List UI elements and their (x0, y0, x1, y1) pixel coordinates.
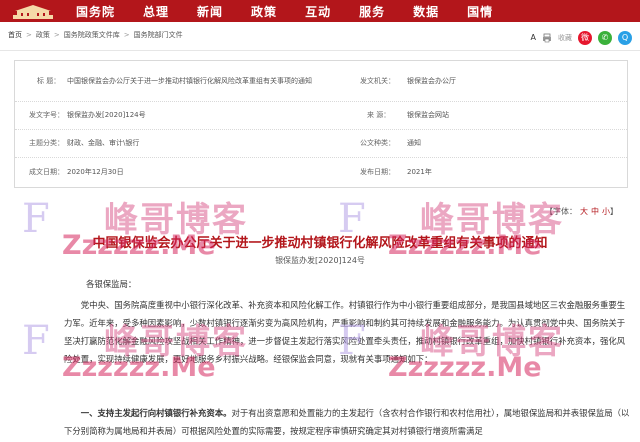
breadcrumb-separator: > (53, 31, 60, 39)
font-size-medium[interactable]: 中 (591, 207, 599, 216)
wechat-icon[interactable]: ✆ (598, 30, 612, 45)
building-icon (13, 5, 53, 19)
state-council-logo[interactable] (10, 2, 56, 20)
page-tools: A 收藏 微 ✆ Q (531, 28, 632, 47)
breadcrumb: 首页 > 政策 > 国务院政策文件库 > 国务院部门文件 (8, 30, 183, 40)
font-size-selector: 【字体：大中小】 (545, 206, 618, 217)
info-row-topic: 主题分类： 财政、金融、审计\银行 公文种类： 通知 (15, 129, 627, 158)
info-source-label: 来 源： (367, 111, 391, 119)
font-size-small[interactable]: 小 (602, 207, 610, 216)
weibo-icon[interactable]: 微 (578, 30, 592, 45)
info-type-value: 通知 (407, 139, 421, 147)
info-issuer-value: 银保监会办公厅 (407, 77, 456, 85)
paragraph-text: 一、支持主发起行向村镇银行补充资本。对于有出资意愿和处置能力的主发起行（含农村合… (64, 404, 630, 440)
nav-item-hudong[interactable]: 互动 (305, 3, 331, 20)
nav-item-xinwen[interactable]: 新闻 (197, 3, 223, 20)
salutation: 各银保监局： (86, 279, 137, 289)
font-size-label: 【字体： (545, 207, 577, 216)
font-size-button[interactable]: A (531, 33, 536, 42)
watermark-letter: F (22, 318, 50, 364)
info-issuer-label: 发文机关： (360, 77, 395, 85)
favorite-button[interactable]: 收藏 (558, 33, 572, 43)
breadcrumb-policy-library[interactable]: 国务院政策文件库 (64, 30, 120, 40)
qq-icon[interactable]: Q (618, 30, 632, 45)
paragraph-section-1: 一、支持主发起行向村镇银行补充资本。对于有出资意愿和处置能力的主发起行（含农村合… (64, 404, 630, 440)
nav-item-guoqing[interactable]: 国情 (467, 3, 493, 20)
breadcrumb-department-docs[interactable]: 国务院部门文件 (134, 30, 183, 40)
info-date-label: 成文日期： (29, 167, 64, 176)
info-pubdate-label: 发布日期： (360, 167, 395, 176)
breadcrumb-separator: > (123, 31, 130, 39)
info-row-title: 标 题： 中国银保监会办公厅关于进一步推动村镇银行化解风险改革重组有关事项的通知… (15, 61, 627, 102)
article-doc-number: 银保监办发[2020]124号 (275, 256, 365, 265)
nav-item-shuju[interactable]: 数据 (413, 3, 439, 20)
nav-item-zhengce[interactable]: 政策 (251, 3, 277, 20)
info-docno-label: 发文字号： (29, 111, 64, 119)
breadcrumb-policy[interactable]: 政策 (36, 30, 50, 40)
article-title: 中国银保监会办公厅关于进一步推动村镇银行化解风险改革重组有关事项的通知 (92, 236, 548, 251)
info-docno-value: 银保监办发[2020]124号 (67, 111, 146, 119)
section-heading: 一、支持主发起行向村镇银行补充资本。 (80, 408, 232, 418)
paragraph-text: 党中央、国务院高度重视中小银行深化改革、补充资本和风险化解工作。村镇银行作为中小… (64, 300, 626, 364)
document-info-table: 标 题： 中国银保监会办公厅关于进一步推动村镇银行化解风险改革重组有关事项的通知… (14, 60, 628, 188)
info-topic-value: 财政、金融、审计\银行 (67, 139, 140, 147)
info-pubdate-value: 2021年 (407, 167, 432, 176)
print-icon[interactable] (542, 28, 552, 47)
info-source-value: 银保监会网站 (407, 111, 449, 119)
breadcrumb-home[interactable]: 首页 (8, 30, 22, 40)
info-topic-label: 主题分类： (29, 139, 64, 147)
info-row-docno: 发文字号： 银保监办发[2020]124号 来 源： 银保监会网站 (15, 101, 627, 130)
info-date-value: 2020年12月30日 (67, 167, 124, 176)
nav-item-guowuyuan[interactable]: 国务院 (76, 3, 115, 20)
font-size-end: 】 (610, 207, 618, 216)
paragraph-intro: 党中央、国务院高度重视中小银行深化改革、补充资本和风险化解工作。村镇银行作为中小… (64, 296, 630, 368)
nav-item-fuwu[interactable]: 服务 (359, 3, 385, 20)
breadcrumb-separator: > (26, 31, 32, 39)
info-title-label: 标 题： (37, 77, 61, 85)
nav-item-zongli[interactable]: 总理 (143, 3, 169, 20)
info-title-value: 中国银保监会办公厅关于进一步推动村镇银行化解风险改革重组有关事项的通知 (67, 76, 312, 85)
info-type-label: 公文种类： (360, 139, 395, 147)
breadcrumb-bar: 首页 > 政策 > 国务院政策文件库 > 国务院部门文件 A 收藏 微 ✆ Q (0, 22, 640, 51)
info-row-date: 成文日期： 2020年12月30日 发布日期： 2021年 (15, 157, 627, 186)
font-size-large[interactable]: 大 (580, 207, 588, 216)
main-nav: 国务院 总理 新闻 政策 互动 服务 数据 国情 (76, 0, 521, 22)
top-nav-bar: 国务院 总理 新闻 政策 互动 服务 数据 国情 (0, 0, 640, 22)
